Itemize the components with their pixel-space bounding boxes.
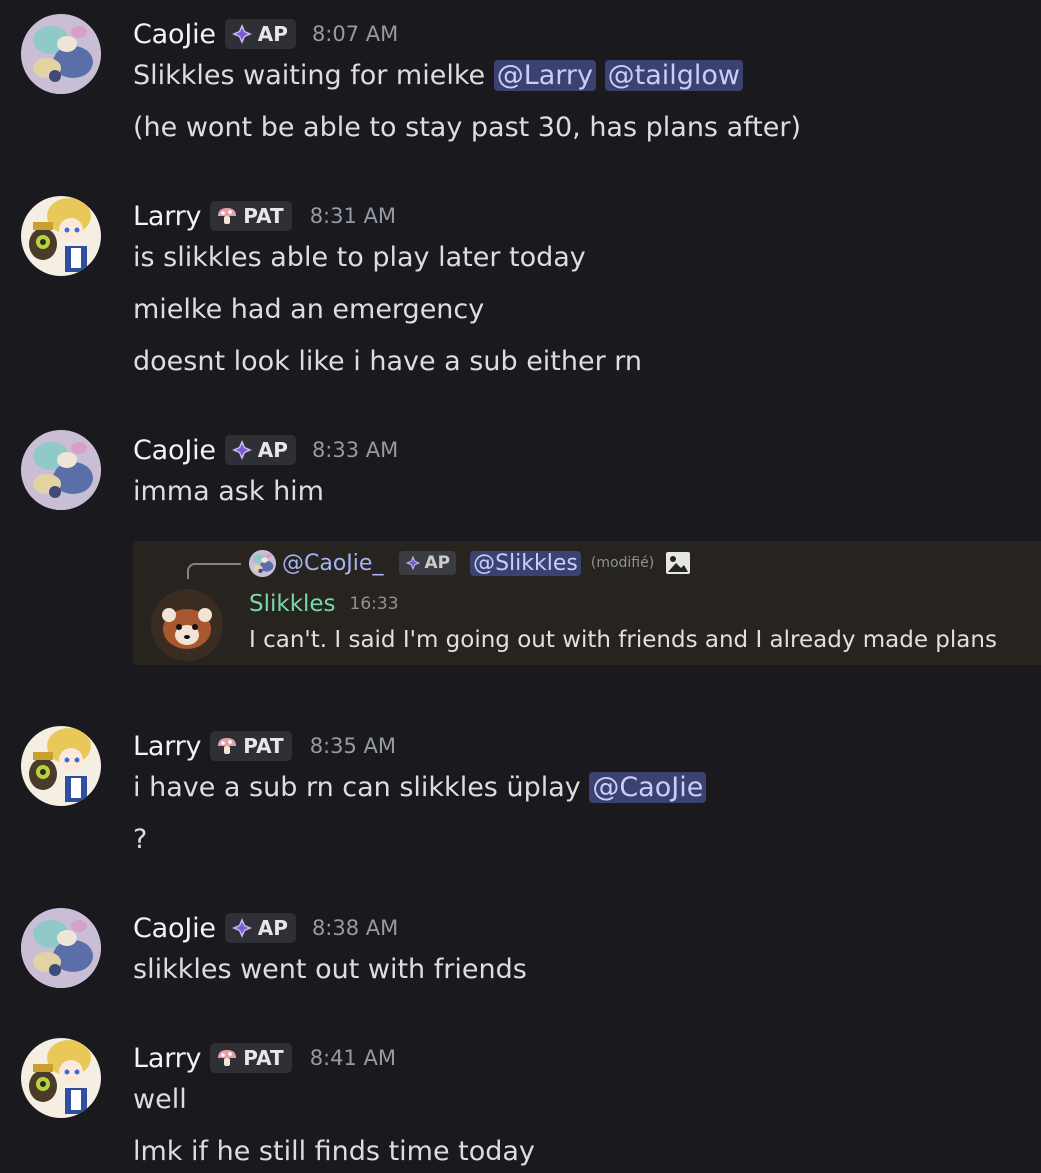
role-tag[interactable]: PAT [210,201,292,231]
username[interactable]: CaoJie [133,435,216,466]
username[interactable]: CaoJie [133,19,216,50]
role-tag-label: PAT [243,1046,284,1070]
mushroom-icon [216,1047,238,1069]
role-tag[interactable]: AP [224,19,296,49]
reply-reference[interactable]: @CaoJie_ AP @Slikkles (modifié) [249,547,692,579]
avatar[interactable] [21,1038,101,1118]
message-line: is slikkles able to play later today [133,242,586,273]
message-line: mielke had an emergency [133,294,485,325]
diamond-sparkle-icon [405,555,421,571]
message-line: imma ask him [133,476,324,507]
message-line: (he wont be able to stay past 30, has pl… [133,112,801,143]
role-tag: AP [399,551,457,575]
role-tag[interactable]: PAT [210,1043,292,1073]
username[interactable]: Larry [133,1043,201,1074]
reply-connector [187,563,241,579]
message-line: lmk if he still finds time today [133,1136,535,1167]
role-tag[interactable]: PAT [210,731,292,761]
avatar[interactable] [21,908,101,988]
avatar [151,589,223,661]
chat-log: CaoJie AP 8:07 AM Slikkles waiting for m… [0,0,1041,1173]
message-header: Larry PAT 8:31 AM [133,196,396,236]
edited-label: (modifié) [590,555,655,571]
mushroom-icon [216,735,238,757]
role-tag[interactable]: AP [224,913,296,943]
avatar[interactable] [21,196,101,276]
diamond-sparkle-icon [231,917,253,939]
diamond-sparkle-icon [231,439,253,461]
user-mention[interactable]: @Larry [493,60,597,91]
user-mention[interactable]: @tailglow [604,60,743,91]
message-header: Larry PAT 8:41 AM [133,1038,396,1078]
embedded-image[interactable]: @CaoJie_ AP @Slikkles (modifié) Slikkles… [133,541,1041,665]
avatar[interactable] [21,430,101,510]
reply-username: @CaoJie_ [282,550,384,576]
quote-header: Slikkles 16:33 [249,591,399,617]
user-mention: @Slikkles [470,550,581,576]
image-icon [666,552,691,574]
timestamp: 8:33 AM [311,438,399,462]
role-tag-label: AP [257,916,288,940]
role-tag-label: PAT [243,734,284,758]
username[interactable]: CaoJie [133,913,216,944]
message-line: Slikkles waiting for mielke @Larry @tail… [133,56,743,96]
message-line: ? [133,824,148,855]
timestamp: 8:38 AM [311,916,399,940]
quote-author: Slikkles [249,591,336,617]
timestamp: 8:31 AM [309,204,397,228]
username[interactable]: Larry [133,731,201,762]
diamond-sparkle-icon [231,23,253,45]
timestamp: 8:41 AM [309,1046,397,1070]
message-line: doesnt look like i have a sub either rn [133,346,643,377]
role-tag[interactable]: AP [224,435,296,465]
message-header: CaoJie AP 8:07 AM [133,14,398,54]
avatar[interactable] [21,14,101,94]
message-line: slikkles went out with friends [133,954,527,985]
timestamp: 8:07 AM [311,22,399,46]
role-tag-label: AP [257,438,288,462]
username[interactable]: Larry [133,201,201,232]
timestamp: 8:35 AM [309,734,397,758]
message-text: Slikkles waiting for mielke [133,60,494,91]
message-header: CaoJie AP 8:33 AM [133,430,398,470]
message-text: i have a sub rn can slikkles üplay [133,772,590,803]
message-line: well [133,1084,187,1115]
avatar [249,550,276,577]
message-header: CaoJie AP 8:38 AM [133,908,398,948]
mushroom-icon [216,205,238,227]
role-tag-label: PAT [243,204,284,228]
quote-timestamp: 16:33 [349,594,399,614]
message-header: Larry PAT 8:35 AM [133,726,396,766]
message-line: i have a sub rn can slikkles üplay @CaoJ… [133,768,707,808]
user-mention[interactable]: @CaoJie [589,772,707,803]
role-tag-label: AP [424,553,451,573]
avatar[interactable] [21,726,101,806]
quote-text: I can't. I said I'm going out with frien… [249,627,997,653]
role-tag-label: AP [257,22,288,46]
